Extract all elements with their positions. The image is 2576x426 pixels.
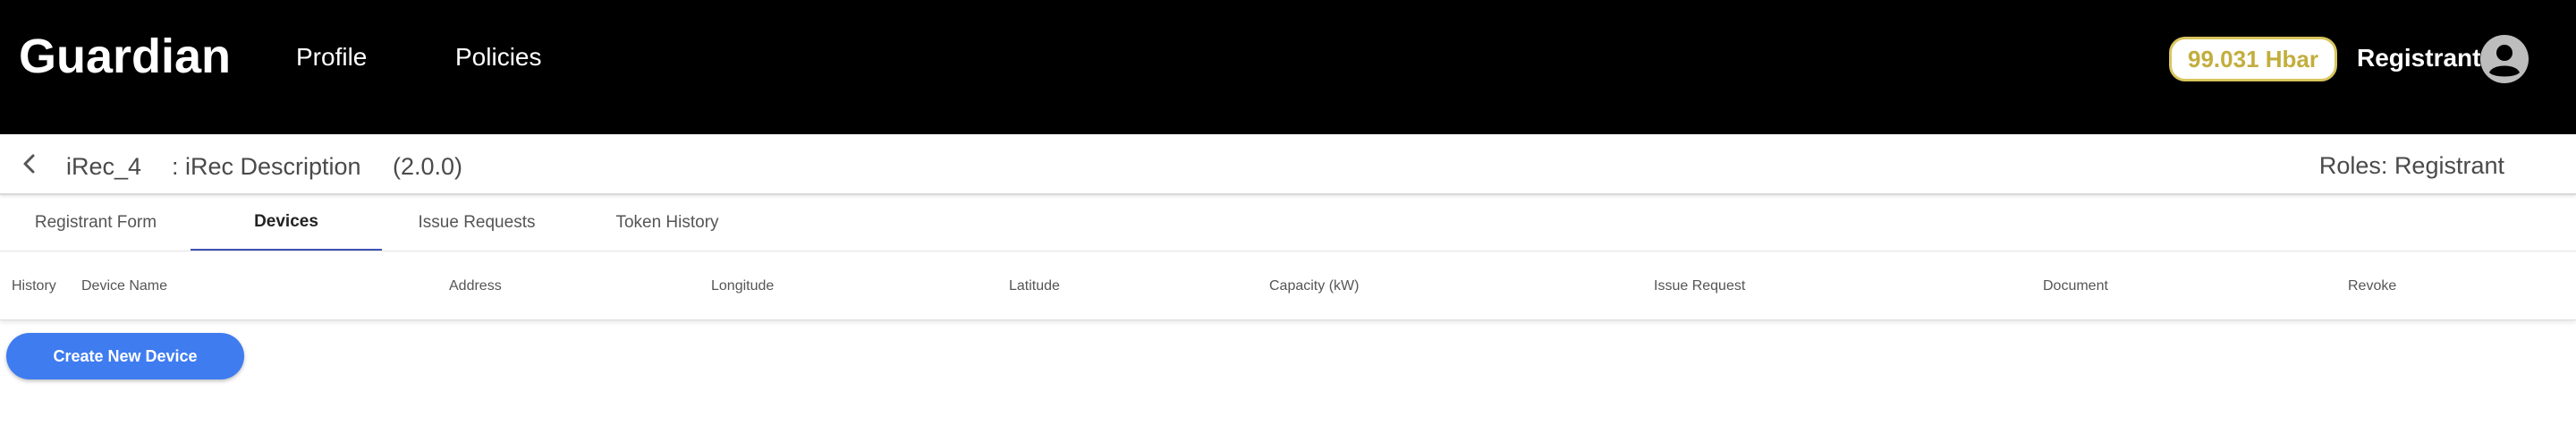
- devices-table-header: History Device Name Address Longitude La…: [0, 253, 2576, 320]
- column-latitude: Latitude: [1009, 278, 1060, 294]
- tab-registrant-form[interactable]: Registrant Form: [0, 195, 191, 251]
- column-document: Document: [2043, 278, 2108, 294]
- column-address: Address: [449, 278, 502, 294]
- column-revoke: Revoke: [2348, 278, 2397, 294]
- tab-devices[interactable]: Devices: [191, 195, 382, 251]
- policy-version: (2.0.0): [393, 153, 463, 180]
- column-device-name: Device Name: [81, 278, 168, 294]
- policy-tabs: Registrant Form Devices Issue Requests T…: [0, 195, 2576, 251]
- column-longitude: Longitude: [711, 278, 775, 294]
- top-navigation-bar: Guardian Profile Policies 99.031 Hbar Re…: [0, 0, 2576, 134]
- nav-profile[interactable]: Profile: [296, 43, 367, 72]
- policy-description: : iRec Description: [172, 153, 361, 180]
- create-new-device-button[interactable]: Create New Device: [6, 333, 244, 379]
- column-issue-request: Issue Request: [1654, 278, 1746, 294]
- policy-info-bar: iRec_4 : iRec Description (2.0.0) Roles:…: [0, 134, 2576, 195]
- policy-name: iRec_4: [66, 153, 142, 180]
- balance-badge: 99.031 Hbar: [2169, 37, 2337, 81]
- column-history: History: [12, 278, 56, 294]
- back-arrow-icon[interactable]: [18, 152, 41, 175]
- user-avatar-icon[interactable]: [2479, 34, 2529, 84]
- app-logo[interactable]: Guardian: [19, 29, 231, 84]
- column-capacity: Capacity (kW): [1269, 278, 1360, 294]
- nav-policies[interactable]: Policies: [455, 43, 541, 72]
- tab-issue-requests[interactable]: Issue Requests: [381, 195, 572, 251]
- tab-token-history[interactable]: Token History: [572, 195, 763, 251]
- user-roles: Roles: Registrant: [2318, 152, 2504, 179]
- user-name[interactable]: Registrant: [2357, 44, 2480, 72]
